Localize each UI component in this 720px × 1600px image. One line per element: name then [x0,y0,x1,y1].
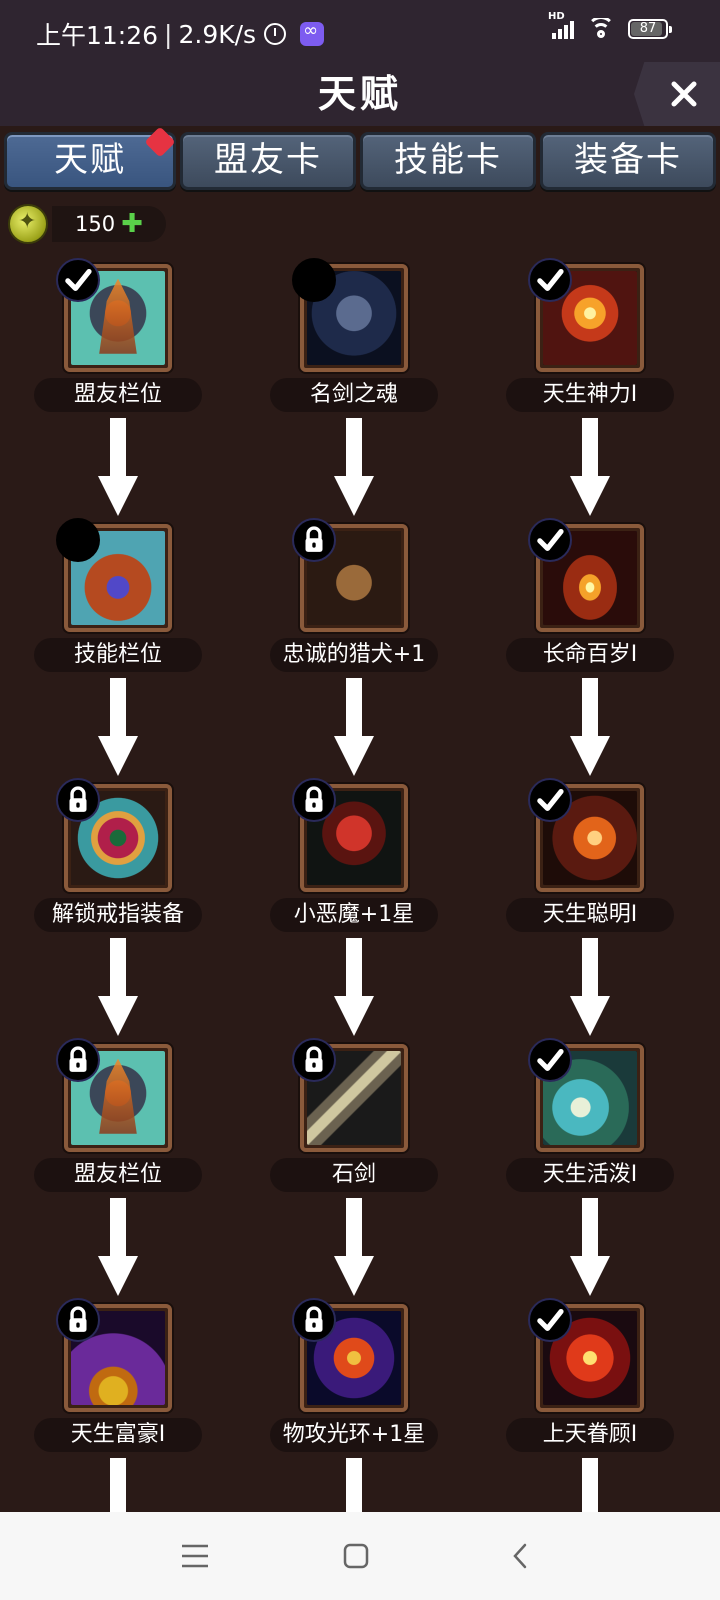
checked-icon [528,778,572,822]
title-bar: 天赋 [0,62,720,126]
arrow-down-icon [332,678,376,778]
talent-node-hound[interactable]: 忠诚的猎犬+1 [270,518,438,674]
page-title: 天赋 [317,72,402,116]
talent-label: 盟友栏位 [34,378,202,412]
arrow-down-icon [110,1458,126,1512]
talent-node-imp[interactable]: 小恶魔+1星 [270,778,438,934]
arrow-down-icon [96,418,140,518]
system-nav-bar [0,1512,720,1600]
menu-button[interactable] [175,1540,215,1572]
talent-point-pill: 150 ✚ [52,206,166,242]
lock-icon [292,1298,336,1342]
lock-icon [56,778,100,822]
arrow-down-icon [582,1458,598,1512]
talent-label: 天生神力Ⅰ [506,378,674,412]
talent-node-lively[interactable]: 天生活泼Ⅰ [506,1038,674,1194]
plus-icon[interactable]: ✚ [121,211,143,237]
talent-label: 小恶魔+1星 [270,898,438,932]
tab-bar: 天赋 盟友卡 技能卡 装备卡 [0,126,720,194]
tab-label: 盟友卡 [214,140,322,180]
arrow-down-icon [332,1198,376,1298]
arrow-down-icon [346,1458,362,1512]
battery-icon: 87 [628,19,672,39]
talent-node-aura[interactable]: 物攻光环+1星 [270,1298,438,1454]
checked-icon [528,258,572,302]
talent-label: 物攻光环+1星 [270,1418,438,1452]
home-icon [343,1543,369,1569]
arrow-down-icon [96,678,140,778]
menu-icon [182,1544,208,1568]
lock-icon [56,1298,100,1342]
tab-equip-card[interactable]: 装备卡 [540,132,716,190]
talent-node-sword-soul[interactable]: 名剑之魂 [270,258,438,414]
back-icon [513,1543,527,1569]
back-button[interactable] [500,1540,540,1572]
talent-node-skill-slot[interactable]: 技能栏位 [34,518,202,674]
talent-node-blessing[interactable]: 上天眷顾Ⅰ [506,1298,674,1454]
app-icon [300,20,325,46]
arrow-down-icon [96,938,140,1038]
checked-icon [528,518,572,562]
checked-icon [528,1038,572,1082]
talent-node-smart[interactable]: 天生聪明Ⅰ [506,778,674,934]
talent-node-wealth[interactable]: 天生富豪Ⅰ [34,1298,202,1454]
talent-label: 天生聪明Ⅰ [506,898,674,932]
tab-talent[interactable]: 天赋 [4,126,176,190]
battery-level: 87 [639,21,657,36]
empty-badge [292,258,336,302]
arrow-down-icon [332,418,376,518]
talent-node-strength[interactable]: 天生神力Ⅰ [506,258,674,414]
home-button[interactable] [336,1540,376,1572]
wifi-icon [586,18,616,40]
status-right: HD 87 [548,11,672,40]
tab-skill-card[interactable]: 技能卡 [360,132,536,190]
status-time: 上午11:26 [36,21,159,50]
close-icon [671,81,697,107]
arrow-down-icon [568,678,612,778]
status-net-speed: 2.9K/s [178,19,257,49]
tab-label: 装备卡 [574,140,682,180]
talent-node-longevity[interactable]: 长命百岁Ⅰ [506,518,674,674]
status-bar: 上午11:26 | 2.9K/s HD 87 [0,0,720,62]
talent-node-ally-slot-2[interactable]: 盟友栏位 [34,1038,202,1194]
tab-label: 天赋 [54,140,126,180]
talent-label: 解锁戒指装备 [34,898,202,932]
talent-node-ally-slot[interactable]: 盟友栏位 [34,258,202,414]
lock-icon [56,1038,100,1082]
tab-ally-card[interactable]: 盟友卡 [180,132,356,190]
arrow-down-icon [568,1198,612,1298]
status-separator: | [164,19,173,49]
alarm-icon [264,23,287,45]
talent-node-ring-unlock[interactable]: 解锁戒指装备 [34,778,202,934]
lock-icon [292,1038,336,1082]
tab-label: 技能卡 [394,140,502,180]
status-left: 上午11:26 | 2.9K/s [36,16,325,52]
talent-label: 忠诚的猎犬+1 [270,638,438,672]
checked-icon [56,258,100,302]
talent-point-icon [8,204,48,244]
arrow-down-icon [96,1198,140,1298]
talent-label: 盟友栏位 [34,1158,202,1192]
hd-signal-icon: HD [548,11,574,39]
talent-label: 技能栏位 [34,638,202,672]
arrow-down-icon [568,938,612,1038]
empty-badge [56,518,100,562]
notification-dot [144,126,176,158]
arrow-down-icon [332,938,376,1038]
talent-label: 天生富豪Ⅰ [34,1418,202,1452]
talent-label: 上天眷顾Ⅰ [506,1418,674,1452]
talent-node-stone-sword[interactable]: 石剑 [270,1038,438,1194]
talent-points: 150 ✚ [8,204,166,244]
talent-label: 名剑之魂 [270,378,438,412]
lock-icon [292,518,336,562]
talent-point-amount: 150 [75,212,116,236]
talent-label: 石剑 [270,1158,438,1192]
talent-label: 长命百岁Ⅰ [506,638,674,672]
talent-label: 天生活泼Ⅰ [506,1158,674,1192]
arrow-down-icon [568,418,612,518]
checked-icon [528,1298,572,1342]
close-button[interactable] [634,62,720,126]
lock-icon [292,778,336,822]
